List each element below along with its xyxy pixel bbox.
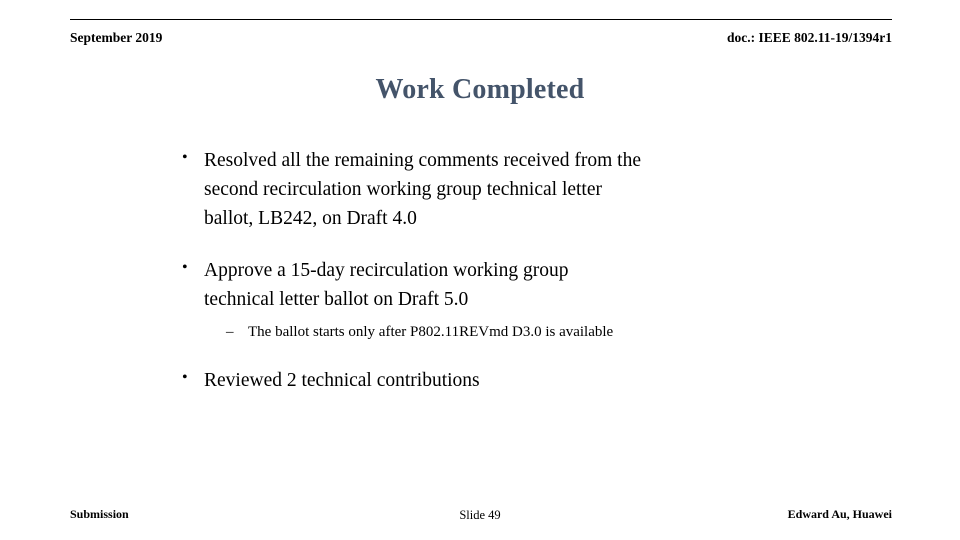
word: working bbox=[366, 179, 432, 201]
bullet-item-3: • Reviewed 2 technical contributions bbox=[176, 366, 786, 395]
word: technical bbox=[486, 179, 558, 201]
bullet-2-text: Approve a 15-day recirculation working g… bbox=[204, 256, 786, 314]
sub-bullet-text: The ballot starts only after P802.11REVm… bbox=[248, 324, 614, 341]
dash-marker-icon: – bbox=[226, 324, 234, 341]
bullet-1-text: Resolved all the remaining comments rece… bbox=[204, 146, 786, 233]
bullet-item-2: • Approve a 15-day recirculation working… bbox=[176, 256, 786, 314]
header-doc-id: doc.: IEEE 802.11-19/1394r1 bbox=[726, 30, 892, 45]
bullet-1-line-3: ballot, LB242, on Draft 4.0 bbox=[204, 208, 417, 230]
word: group bbox=[436, 179, 482, 201]
sub-bullet-item-1: – The ballot starts only after P802.11RE… bbox=[226, 322, 786, 344]
bullet-marker-icon: • bbox=[182, 259, 188, 277]
page-title: Work Completed bbox=[375, 74, 585, 105]
header-divider bbox=[70, 19, 892, 20]
word: a bbox=[277, 260, 286, 282]
footer-author: Edward Au, Huawei bbox=[787, 507, 892, 521]
bullet-2-line-2: technical letter ballot on Draft 5.0 bbox=[204, 289, 469, 311]
bullet-1-line-1: Resolved all the remaining comments rece… bbox=[204, 150, 641, 171]
word: group bbox=[522, 260, 569, 282]
word: 15-day bbox=[290, 260, 345, 282]
header-date: September 2019 bbox=[70, 30, 163, 45]
bullet-3-text: Reviewed 2 technical contributions bbox=[204, 369, 480, 391]
slide-body: • Resolved all the remaining comments re… bbox=[176, 146, 786, 395]
bullet-1-line-2: second recirculation working group techn… bbox=[204, 175, 786, 204]
bullet-marker-icon: • bbox=[182, 368, 188, 386]
bullet-marker-icon: • bbox=[182, 149, 188, 166]
word: recirculation bbox=[263, 179, 362, 201]
word: recirculation bbox=[349, 260, 449, 282]
bullet-2-line-1: Approve a 15-day recirculation working g… bbox=[204, 256, 786, 285]
word: Approve bbox=[204, 260, 273, 282]
slide: September 2019 doc.: IEEE 802.11-19/1394… bbox=[0, 0, 960, 540]
bullet-item-1: • Resolved all the remaining comments re… bbox=[176, 146, 786, 233]
slide-header: September 2019 doc.: IEEE 802.11-19/1394… bbox=[70, 30, 892, 52]
word: letter bbox=[561, 179, 602, 201]
word: second bbox=[204, 179, 259, 201]
word: working bbox=[453, 260, 519, 282]
